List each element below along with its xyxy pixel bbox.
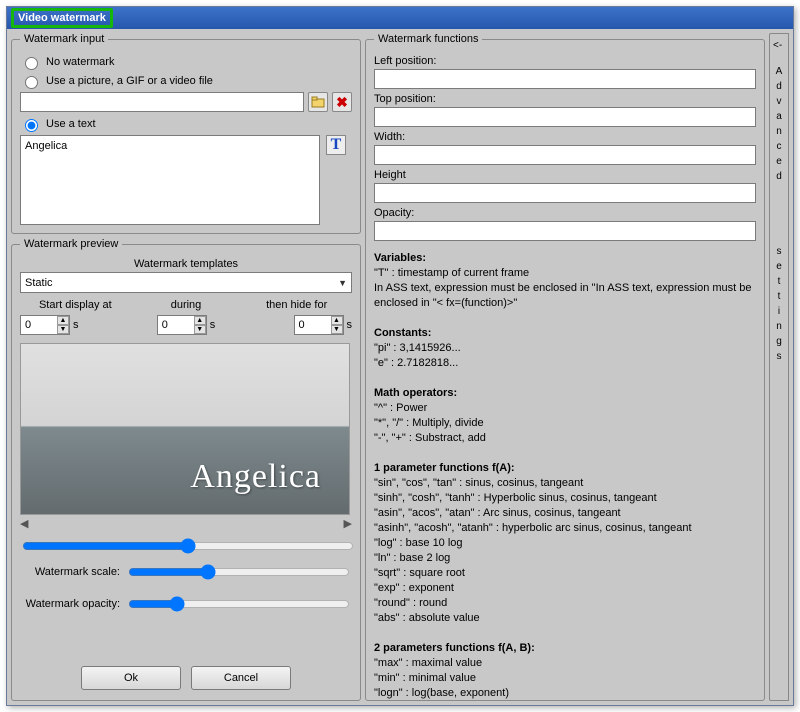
scale-label: Watermark scale: [20, 566, 120, 578]
watermark-text-input[interactable] [20, 135, 320, 225]
video-watermark-dialog: Video watermark Watermark input No water… [6, 6, 794, 706]
close-icon: ✖ [336, 94, 348, 111]
radio-use-file-label: Use a picture, a GIF or a video file [46, 75, 213, 87]
watermark-functions-group: Watermark functions Left position: Top p… [365, 33, 765, 701]
templates-label: Watermark templates [20, 258, 352, 270]
help-text: Variables: "T" : timestamp of current fr… [374, 251, 756, 701]
top-position-label: Top position: [374, 93, 756, 105]
watermark-input-group: Watermark input No watermark Use a pictu… [11, 33, 361, 234]
ok-button[interactable]: Ok [81, 666, 181, 690]
height-label: Height [374, 169, 756, 181]
radio-use-text[interactable] [25, 119, 38, 132]
templates-combo-value: Static [25, 277, 53, 289]
radio-use-file[interactable] [25, 76, 38, 89]
width-label: Width: [374, 131, 756, 143]
opacity-fn-input[interactable] [374, 221, 756, 241]
watermark-file-input[interactable] [20, 92, 304, 112]
opacity-slider[interactable] [128, 596, 350, 612]
hide-label: then hide for [241, 299, 352, 311]
titlebar[interactable]: Video watermark [7, 7, 793, 29]
watermark-functions-legend: Watermark functions [374, 33, 482, 45]
radio-no-watermark-label: No watermark [46, 56, 114, 68]
watermark-input-legend: Watermark input [20, 33, 108, 45]
preview-canvas: Angelica [20, 343, 350, 515]
opacity-label: Watermark opacity: [20, 598, 120, 610]
collapse-arrow-icon: <- [773, 40, 782, 51]
radio-use-text-label: Use a text [46, 118, 96, 130]
watermark-preview-group: Watermark preview Watermark templates St… [11, 238, 361, 701]
start-display-label: Start display at [20, 299, 131, 311]
advanced-settings-tab[interactable]: <- Advancedsettings [769, 33, 789, 701]
top-position-input[interactable] [374, 107, 756, 127]
window-title: Video watermark [11, 8, 113, 28]
next-frame-button[interactable]: ▶ [344, 517, 352, 530]
preview-watermark-text: Angelica [190, 458, 321, 496]
chevron-down-icon: ▼ [338, 278, 347, 288]
advanced-settings-label: Advancedsettings [770, 64, 788, 364]
clear-file-button[interactable]: ✖ [332, 92, 352, 112]
text-style-button[interactable]: T [326, 135, 346, 155]
scale-slider[interactable] [128, 564, 350, 580]
prev-frame-button[interactable]: ◀ [20, 517, 28, 530]
radio-no-watermark[interactable] [25, 57, 38, 70]
left-position-label: Left position: [374, 55, 756, 67]
width-input[interactable] [374, 145, 756, 165]
templates-combo[interactable]: Static ▼ [20, 272, 352, 293]
cancel-button[interactable]: Cancel [191, 666, 291, 690]
left-position-input[interactable] [374, 69, 756, 89]
timeline-slider[interactable] [22, 538, 354, 554]
unit-s: s [210, 319, 216, 331]
watermark-preview-legend: Watermark preview [20, 238, 122, 250]
browse-file-button[interactable] [308, 92, 328, 112]
unit-s: s [73, 319, 79, 331]
opacity-fn-label: Opacity: [374, 207, 756, 219]
height-input[interactable] [374, 183, 756, 203]
unit-s: s [347, 319, 353, 331]
during-label: during [131, 299, 242, 311]
